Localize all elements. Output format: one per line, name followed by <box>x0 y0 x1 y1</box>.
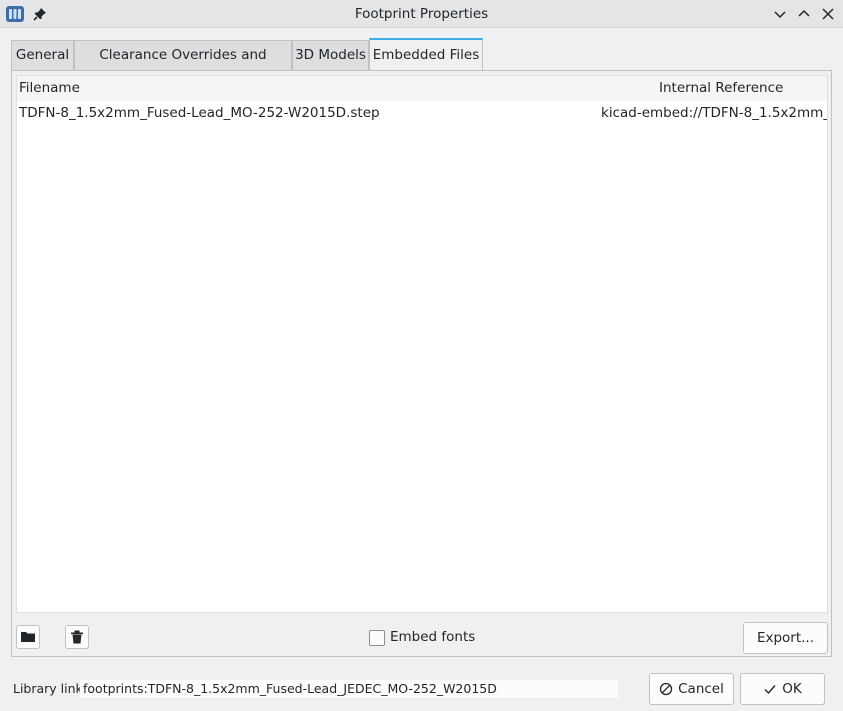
trash-icon <box>71 630 83 644</box>
embed-fonts-label[interactable]: Embed fonts <box>390 629 475 645</box>
cell-internal-reference: kicad-embed://TDFN-8_1.5x2mm_Fused-Lead_… <box>601 105 828 121</box>
tab-embedded-files[interactable]: Embedded Files <box>369 38 483 71</box>
title-bar: Footprint Properties <box>0 0 843 28</box>
column-header-filename[interactable]: Filename <box>19 80 80 96</box>
delete-file-button[interactable] <box>65 625 89 649</box>
close-icon[interactable] <box>819 5 837 23</box>
check-icon <box>764 685 776 695</box>
table-header: Filename Internal Reference <box>17 76 827 101</box>
cancel-button-label: Cancel <box>678 681 724 697</box>
embed-fonts-checkbox[interactable] <box>369 630 385 646</box>
ok-button-label: OK <box>782 681 802 697</box>
ok-button[interactable]: OK <box>740 673 825 705</box>
embedded-files-table[interactable]: Filename Internal Reference TDFN-8_1.5x2… <box>16 75 828 613</box>
cell-filename: TDFN-8_1.5x2mm_Fused-Lead_MO-252-W2015D.… <box>19 105 380 121</box>
export-button[interactable]: Export... <box>743 622 828 654</box>
export-button-label: Export... <box>756 630 815 646</box>
cancel-button[interactable]: Cancel <box>649 673 734 705</box>
add-file-button[interactable] <box>16 625 40 649</box>
tab-clearance-overrides[interactable]: Clearance Overrides and Settings <box>74 40 292 92</box>
column-header-internal-reference[interactable]: Internal Reference <box>659 80 783 96</box>
maximize-icon[interactable] <box>795 5 813 23</box>
window-title: Footprint Properties <box>354 6 489 22</box>
table-row[interactable]: TDFN-8_1.5x2mm_Fused-Lead_MO-252-W2015D.… <box>17 104 827 128</box>
library-link-label: Library link: <box>13 681 87 696</box>
embedded-files-panel: Filename Internal Reference TDFN-8_1.5x2… <box>11 70 832 657</box>
minimize-icon[interactable] <box>771 5 789 23</box>
tab-general[interactable]: General <box>11 40 74 71</box>
library-link-field[interactable]: footprints:TDFN-8_1.5x2mm_Fused-Lead_JED… <box>80 680 618 698</box>
cancel-icon <box>659 682 673 696</box>
folder-icon <box>21 632 35 642</box>
tab-3d-models[interactable]: 3D Models <box>292 40 369 71</box>
